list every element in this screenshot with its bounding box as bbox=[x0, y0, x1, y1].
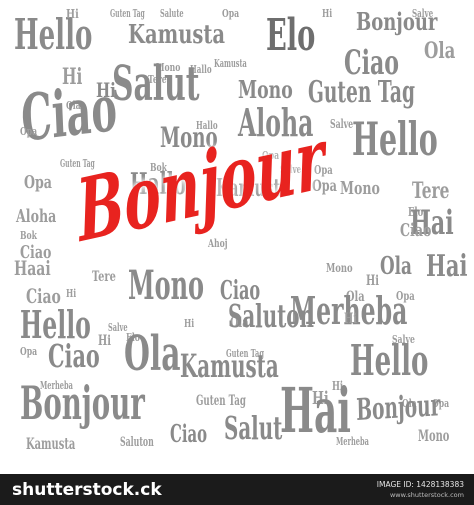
cloud-word: Mono bbox=[238, 75, 293, 104]
cloud-word: Mono bbox=[418, 426, 450, 445]
cloud-word: Guten Tag bbox=[308, 75, 415, 110]
cloud-word: Ahoj bbox=[208, 237, 228, 250]
cloud-word: Hi bbox=[66, 7, 79, 21]
cloud-word: Kamusta bbox=[180, 347, 279, 385]
cloud-word: Kamusta bbox=[128, 20, 226, 50]
cloud-word: Bonjour bbox=[20, 376, 145, 430]
cloud-word: Ciao bbox=[170, 419, 208, 448]
cloud-word: Ciao bbox=[48, 337, 100, 375]
cloud-word: Hi bbox=[98, 333, 111, 349]
cloud-word: Hello bbox=[352, 112, 438, 166]
cloud-word: Opa bbox=[222, 7, 240, 20]
cloud-word: Tere bbox=[92, 269, 116, 285]
cloud-word: Mono bbox=[340, 178, 380, 199]
cloud-word: Salve bbox=[412, 7, 434, 20]
cloud-word: Saluton bbox=[120, 435, 154, 450]
cloud-word: Ola bbox=[380, 251, 412, 280]
cloud-word: Kamusta bbox=[26, 434, 76, 453]
cloud-word: Hello bbox=[14, 10, 93, 59]
cloud-word: Guten Tag bbox=[196, 393, 246, 409]
cloud-word: Ola bbox=[124, 326, 181, 382]
cloud-word: Tere bbox=[412, 178, 450, 204]
cloud-word: Ciao bbox=[400, 220, 432, 241]
cloud-word: Salut bbox=[224, 409, 283, 447]
cloud-word: Hi bbox=[366, 273, 379, 289]
cloud-word: Hi bbox=[184, 317, 195, 330]
cloud-word: Salve bbox=[330, 117, 354, 131]
cloud-word: Hello bbox=[350, 336, 429, 385]
cloud-word: Elo bbox=[266, 10, 316, 61]
cloud-word: Haai bbox=[14, 256, 51, 280]
cloud-word: Ola bbox=[424, 38, 456, 64]
cloud-word: Opa bbox=[20, 125, 38, 138]
cloud-word: Hi bbox=[322, 7, 333, 20]
cloud-word: Kamusta bbox=[214, 57, 247, 70]
cloud-word: Hi bbox=[66, 287, 77, 300]
cloud-word: Opa bbox=[24, 172, 52, 193]
cloud-word: Guten Tag bbox=[110, 7, 145, 20]
cloud-word: Hi bbox=[344, 311, 357, 327]
watermark-footer: shutterstock.ck IMAGE ID: 1428138383 www… bbox=[0, 474, 474, 505]
site-url-text: www.shutterstock.com bbox=[389, 491, 464, 499]
cloud-word: Opa bbox=[20, 345, 38, 358]
cloud-word: Bonjour bbox=[355, 388, 441, 428]
image-id-text: IMAGE ID: 1428138383 bbox=[376, 480, 464, 489]
cloud-word: Aloha bbox=[16, 206, 57, 227]
cloud-word: Ciao bbox=[19, 70, 119, 157]
cloud-word: Salute bbox=[160, 7, 184, 20]
cloud-word: Salut bbox=[112, 56, 200, 112]
shutterstock-logo: shutterstock.ck bbox=[12, 480, 162, 500]
cloud-word: Hai bbox=[426, 249, 468, 284]
cloud-word: Hai bbox=[280, 374, 351, 447]
cloud-word: Mono bbox=[128, 262, 205, 309]
cloud-word: Mono bbox=[326, 261, 353, 275]
word-cloud: Hello Hi Guten Tag Salute Opa Kamusta Elo Hi Bon… bbox=[0, 0, 474, 474]
cloud-word: Bok bbox=[20, 229, 37, 242]
cloud-word: Saluton bbox=[228, 297, 314, 335]
cloud-word: Merheba bbox=[336, 435, 369, 448]
